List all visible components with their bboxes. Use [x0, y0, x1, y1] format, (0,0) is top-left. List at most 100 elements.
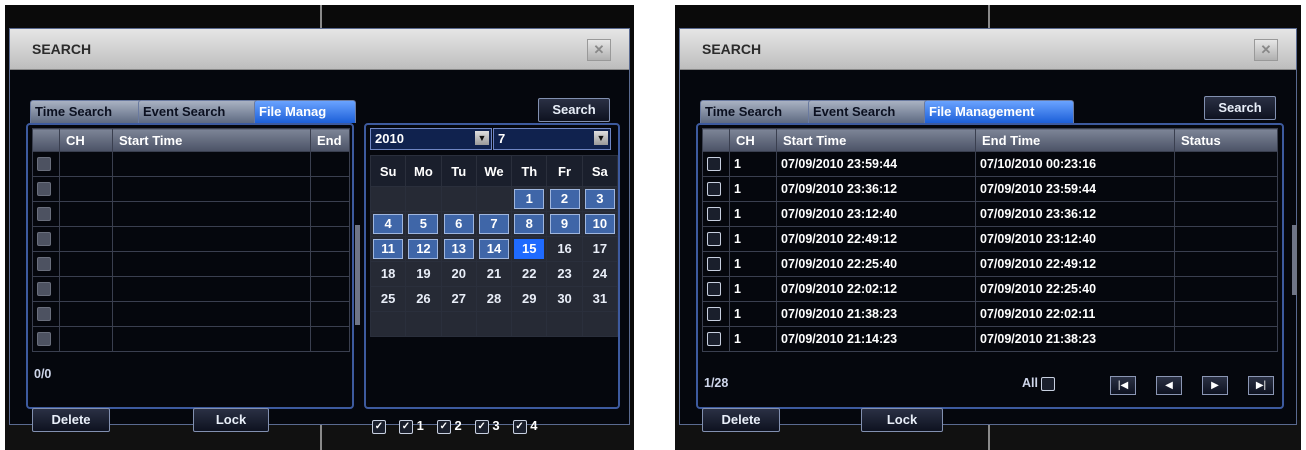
table-row[interactable]: 1 07/09/2010 22:49:12 07/09/2010 23:12:40 — [702, 226, 1278, 252]
checkbox-checked-icon[interactable]: ✓ — [474, 419, 489, 434]
checkbox-checked-icon[interactable]: ✓ — [399, 419, 413, 434]
tab-file-management[interactable]: File Manag — [254, 100, 356, 123]
tab-time-search[interactable]: Time Search — [30, 100, 142, 123]
row-select-cell[interactable] — [32, 301, 60, 327]
scrollbar[interactable] — [1292, 225, 1297, 295]
calendar-cell[interactable]: 17 — [581, 236, 619, 262]
row-checkbox[interactable] — [37, 157, 51, 172]
calendar-cell[interactable]: 20 — [440, 261, 477, 287]
close-button[interactable]: ✕ — [587, 39, 611, 61]
close-button[interactable]: ✕ — [1254, 39, 1278, 61]
checkbox-checked-icon[interactable]: ✓ — [436, 419, 451, 434]
calendar-day-5[interactable]: 5 — [408, 214, 439, 234]
calendar-day-9[interactable]: 9 — [549, 214, 580, 234]
calendar-cell[interactable]: 31 — [581, 286, 619, 312]
calendar-day-2[interactable]: 2 — [549, 189, 580, 209]
tab-event-search[interactable]: Event Search — [808, 100, 928, 123]
calendar-cell[interactable]: 12 — [405, 236, 442, 262]
calendar-cell[interactable]: 27 — [440, 286, 477, 312]
calendar-cell[interactable]: 6 — [440, 211, 477, 237]
row-checkbox[interactable] — [707, 232, 721, 247]
search-button[interactable]: Search — [538, 98, 610, 122]
calendar-cell[interactable]: 13 — [440, 236, 477, 262]
row-checkbox[interactable] — [37, 257, 51, 272]
calendar-cell[interactable]: 18 — [369, 261, 407, 287]
calendar-day-15[interactable]: 15 — [514, 239, 545, 259]
calendar-day-12[interactable]: 12 — [408, 239, 439, 259]
row-select-cell[interactable] — [32, 151, 60, 177]
calendar-day-14[interactable]: 14 — [478, 239, 509, 259]
calendar-day-30[interactable]: 30 — [550, 289, 580, 309]
table-row[interactable] — [32, 251, 350, 277]
calendar-day-16[interactable]: 16 — [550, 239, 580, 259]
table-row[interactable] — [32, 226, 350, 252]
calendar-day-24[interactable]: 24 — [585, 264, 615, 284]
calendar-cell[interactable]: 21 — [475, 261, 513, 287]
calendar-cell[interactable]: 19 — [405, 261, 442, 287]
row-select-cell[interactable] — [702, 226, 730, 252]
row-checkbox[interactable] — [707, 257, 721, 272]
calendar-day-18[interactable]: 18 — [373, 264, 403, 284]
calendar-day-23[interactable]: 23 — [550, 264, 580, 284]
channel-checkbox-3[interactable]: ✓ 3 — [474, 418, 500, 434]
row-select-cell[interactable] — [702, 201, 730, 227]
row-checkbox[interactable] — [37, 182, 51, 197]
row-select-cell[interactable] — [32, 326, 60, 352]
row-select-cell[interactable] — [32, 251, 60, 277]
row-checkbox[interactable] — [707, 182, 721, 197]
table-row[interactable]: 1 07/09/2010 23:36:12 07/09/2010 23:59:44 — [702, 176, 1278, 202]
row-select-cell[interactable] — [32, 276, 60, 302]
row-checkbox[interactable] — [707, 282, 721, 297]
checkbox-checked-icon[interactable]: ✓ — [372, 419, 386, 434]
calendar-cell[interactable]: 11 — [369, 236, 407, 262]
calendar-cell[interactable]: 14 — [475, 236, 513, 262]
scrollbar[interactable] — [355, 225, 360, 325]
channel-checkbox-2[interactable]: ✓ 2 — [436, 418, 462, 434]
lock-button[interactable]: Lock — [193, 408, 269, 432]
row-select-cell[interactable] — [702, 151, 730, 177]
table-row[interactable] — [32, 176, 350, 202]
row-checkbox[interactable] — [37, 282, 51, 297]
row-select-cell[interactable] — [32, 201, 60, 227]
calendar-day-27[interactable]: 27 — [444, 289, 474, 309]
calendar-day-29[interactable]: 29 — [514, 289, 544, 309]
row-checkbox[interactable] — [37, 307, 51, 322]
table-row[interactable] — [32, 301, 350, 327]
calendar-day-8[interactable]: 8 — [514, 214, 545, 234]
row-checkbox[interactable] — [37, 207, 51, 222]
calendar-cell[interactable]: 15 — [511, 236, 548, 262]
calendar-cell[interactable]: 3 — [581, 186, 619, 212]
checkbox-checked-icon[interactable]: ✓ — [512, 419, 527, 434]
tab-event-search[interactable]: Event Search — [138, 100, 258, 123]
calendar-day-6[interactable]: 6 — [443, 214, 474, 234]
calendar-day-17[interactable]: 17 — [585, 239, 615, 259]
calendar-day-4[interactable]: 4 — [373, 214, 404, 234]
channel-checkbox-1[interactable]: ✓ 1 — [399, 418, 424, 434]
tab-time-search[interactable]: Time Search — [700, 100, 812, 123]
channel-checkbox-all[interactable]: ✓ — [372, 418, 386, 434]
calendar-cell[interactable]: 28 — [475, 286, 513, 312]
calendar-cell[interactable]: 8 — [511, 211, 548, 237]
row-checkbox[interactable] — [707, 207, 721, 222]
calendar-day-3[interactable]: 3 — [584, 189, 615, 209]
calendar-cell[interactable]: 4 — [369, 211, 407, 237]
delete-button[interactable]: Delete — [702, 408, 780, 432]
row-select-cell[interactable] — [32, 176, 60, 202]
row-select-cell[interactable] — [702, 176, 730, 202]
table-row[interactable]: 1 07/09/2010 21:38:23 07/09/2010 22:02:11 — [702, 301, 1278, 327]
calendar-day-26[interactable]: 26 — [408, 289, 438, 309]
delete-button[interactable]: Delete — [32, 408, 110, 432]
calendar-cell[interactable]: 30 — [546, 286, 583, 312]
row-select-cell[interactable] — [702, 251, 730, 277]
row-checkbox[interactable] — [707, 157, 721, 172]
calendar-cell[interactable]: 26 — [405, 286, 442, 312]
calendar-day-7[interactable]: 7 — [478, 214, 509, 234]
table-row[interactable]: 1 07/09/2010 22:02:12 07/09/2010 22:25:40 — [702, 276, 1278, 302]
table-row[interactable] — [32, 276, 350, 302]
calendar-day-25[interactable]: 25 — [373, 289, 403, 309]
table-row[interactable]: 1 07/09/2010 22:25:40 07/09/2010 22:49:12 — [702, 251, 1278, 277]
calendar-cell[interactable]: 22 — [511, 261, 548, 287]
row-checkbox[interactable] — [707, 307, 721, 322]
table-row[interactable]: 1 07/09/2010 23:12:40 07/09/2010 23:36:12 — [702, 201, 1278, 227]
row-select-cell[interactable] — [32, 226, 60, 252]
